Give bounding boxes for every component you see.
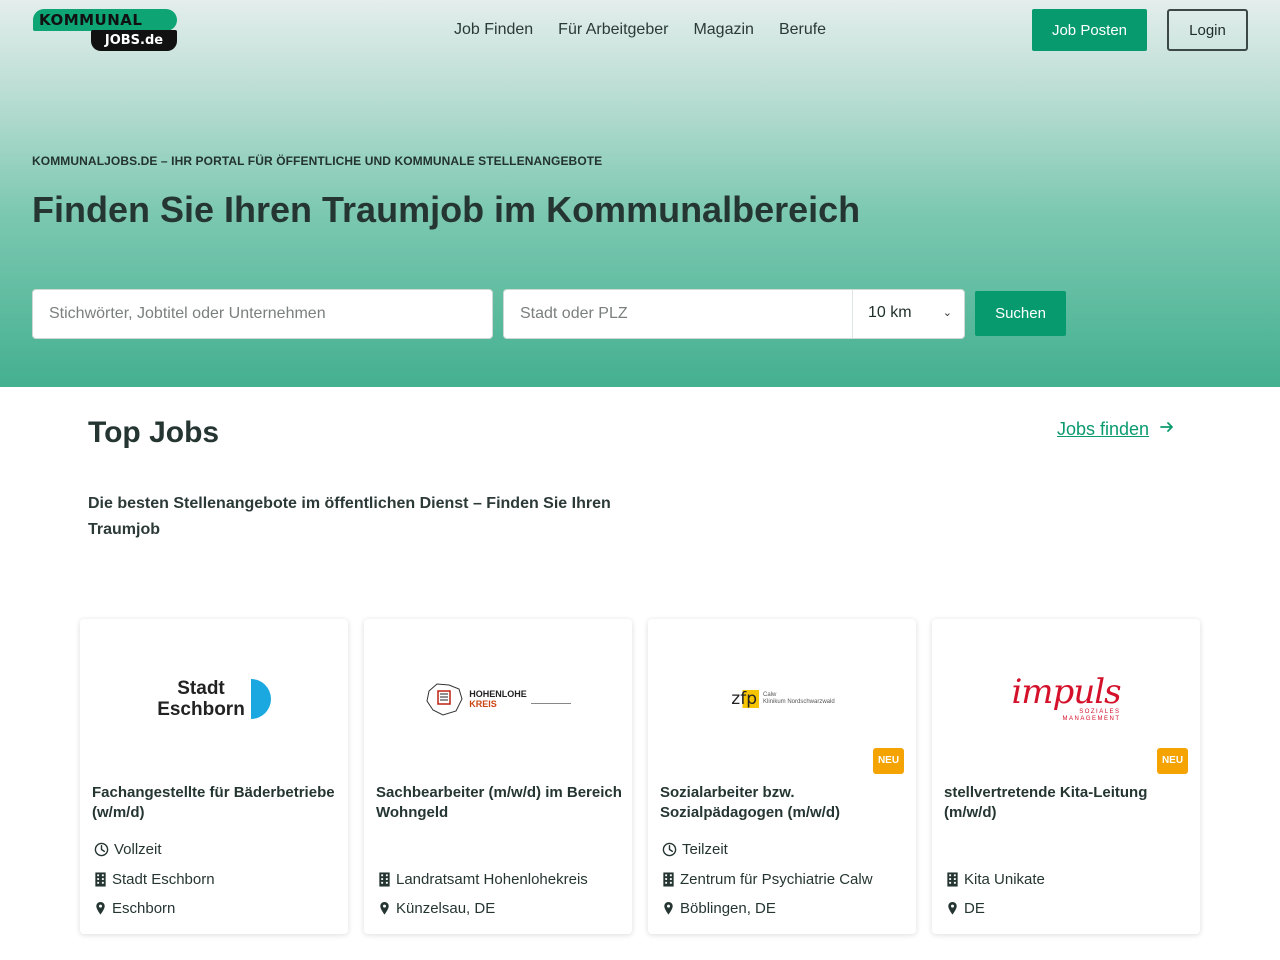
- building-icon: [379, 872, 390, 887]
- job-company: Stadt Eschborn: [94, 871, 215, 888]
- half-circle-icon: [250, 679, 271, 719]
- location-pin-icon: [380, 901, 389, 915]
- jobs-finden-label: Jobs finden: [1057, 419, 1150, 439]
- employment-text: Teilzeit: [682, 841, 728, 858]
- new-badge: NEU: [1157, 748, 1188, 774]
- new-badge: NEU: [873, 748, 904, 774]
- company-text: Landratsamt Hohenlohekreis: [396, 871, 588, 888]
- hero-headline: Finden Sie Ihren Traumjob im Kommunalber…: [32, 189, 861, 230]
- job-location: Böblingen, DE: [662, 900, 776, 917]
- job-company: Landratsamt Hohenlohekreis: [378, 871, 588, 888]
- logo-line: KREIS: [469, 699, 497, 709]
- company-text: Zentrum für Psychiatrie Calw: [680, 871, 873, 888]
- building-icon: [663, 872, 674, 887]
- job-employment-type: Vollzeit: [94, 841, 162, 858]
- nav-job-finden[interactable]: Job Finden: [454, 20, 533, 40]
- chevron-down-icon: ⌄: [942, 307, 952, 319]
- logo-line: impuls: [1011, 672, 1121, 712]
- logo-top-text: KOMMUNAL: [33, 9, 177, 31]
- location-text: Eschborn: [112, 900, 176, 917]
- nav-fuer-arbeitgeber[interactable]: Für Arbeitgeber: [558, 20, 668, 40]
- location-text: Böblingen, DE: [680, 900, 776, 917]
- search-button[interactable]: Suchen: [975, 291, 1066, 336]
- logo-line: Calw: [763, 692, 777, 698]
- job-employment-type: Teilzeit: [662, 841, 728, 858]
- nav-magazin[interactable]: Magazin: [693, 20, 753, 40]
- logo-divider: [530, 702, 571, 704]
- clock-icon: [94, 842, 109, 857]
- employer-logo-impuls: impuls SOZIALES MANAGEMENT: [932, 649, 1200, 749]
- nav-berufe[interactable]: Berufe: [779, 20, 826, 40]
- post-job-button[interactable]: Job Posten: [1032, 9, 1147, 51]
- building-icon: [947, 872, 958, 887]
- logo-line: Eschborn: [157, 699, 245, 720]
- logo-line: HOHENLOHE: [469, 689, 527, 699]
- job-card[interactable]: HOHENLOHE KREIS Sachbearbeiter (m/w/d) i…: [364, 619, 632, 934]
- job-location: Eschborn: [94, 900, 175, 917]
- top-jobs-subtitle: Die besten Stellenangebote im öffentlich…: [88, 495, 611, 538]
- job-company: Zentrum für Psychiatrie Calw: [662, 871, 873, 888]
- keyword-search-input[interactable]: [32, 289, 493, 339]
- company-text: Stadt Eschborn: [112, 871, 215, 888]
- company-text: Kita Unikate: [964, 871, 1045, 888]
- location-pin-icon: [664, 901, 673, 915]
- logo-line: zfp: [729, 689, 759, 709]
- job-title[interactable]: Sachbearbeiter (m/w/d) im Bereich Wohnge…: [376, 783, 624, 823]
- job-card[interactable]: Stadt Eschborn Fachangestellte für Bäder…: [80, 619, 348, 934]
- arrow-right-icon: [1159, 419, 1175, 440]
- location-search-input[interactable]: [504, 290, 853, 338]
- logo-line: Stadt: [177, 678, 225, 699]
- main-nav: Job Finden Für Arbeitgeber Magazin Beruf…: [454, 20, 826, 40]
- location-pin-icon: [948, 901, 957, 915]
- location-search-group: 10 km ⌄: [503, 289, 965, 339]
- logo-line: MANAGEMENT: [1062, 716, 1121, 722]
- district-map-icon: [426, 683, 463, 716]
- employment-text: Vollzeit: [114, 841, 162, 858]
- location-text: DE: [964, 900, 985, 917]
- location-text: Künzelsau, DE: [396, 900, 496, 917]
- employer-logo-hohenlohekreis: HOHENLOHE KREIS: [364, 649, 632, 749]
- location-pin-icon: [96, 901, 105, 915]
- job-company: Kita Unikate: [946, 871, 1045, 888]
- site-logo[interactable]: KOMMUNAL JOBS.de: [33, 9, 178, 51]
- employer-logo-zfp-calw: zfp Calw Klinikum Nordschwarzwald: [648, 649, 916, 749]
- building-icon: [95, 872, 106, 887]
- job-location: Künzelsau, DE: [378, 900, 495, 917]
- employer-logo-stadt-eschborn: Stadt Eschborn: [80, 649, 348, 749]
- logo-line: Klinikum Nordschwarzwald: [763, 699, 835, 705]
- logo-bottom-text: JOBS.de: [91, 30, 177, 51]
- radius-select[interactable]: 10 km ⌄: [853, 290, 964, 338]
- job-title[interactable]: Sozialarbeiter bzw. Sozialpädagogen (m/w…: [660, 783, 908, 823]
- radius-value: 10 km: [868, 304, 912, 321]
- jobs-finden-link[interactable]: Jobs finden: [1057, 419, 1175, 440]
- top-jobs-title: Top Jobs: [88, 416, 220, 449]
- login-button[interactable]: Login: [1167, 9, 1248, 51]
- hero-eyebrow: KOMMUNALJOBS.DE – IHR PORTAL FÜR ÖFFENTL…: [32, 154, 603, 168]
- job-card[interactable]: zfp Calw Klinikum Nordschwarzwald NEU So…: [648, 619, 916, 934]
- clock-icon: [662, 842, 677, 857]
- job-title[interactable]: stellvertretende Kita-Leitung (m/w/d): [944, 783, 1192, 823]
- job-location: DE: [946, 900, 985, 917]
- job-title[interactable]: Fachangestellte für Bäderbetriebe (w/m/d…: [92, 783, 340, 823]
- job-card[interactable]: impuls SOZIALES MANAGEMENT NEU stellvert…: [932, 619, 1200, 934]
